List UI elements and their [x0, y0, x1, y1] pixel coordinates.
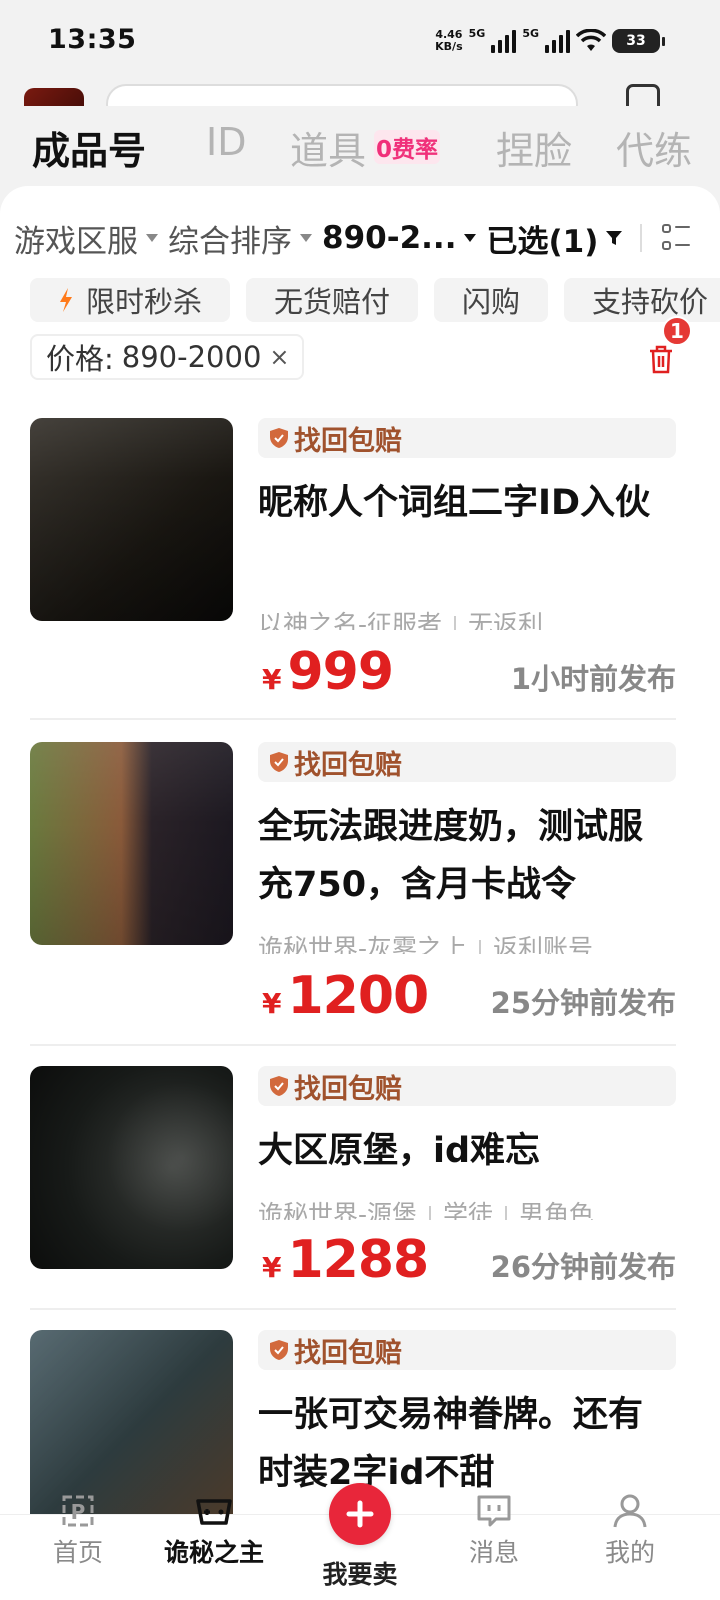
listing-title: 全玩法跟进度奶，测试服充750，含月卡战令 — [258, 807, 644, 905]
game-logo[interactable] — [24, 88, 84, 106]
listing-price: ¥ 1200 — [262, 966, 429, 1026]
net-speed: 4.46 KB/s — [435, 28, 463, 53]
listing-posted-time: 1小时前发布 — [510, 662, 676, 696]
battery-icon: 33 — [612, 29, 665, 53]
status-time: 13:35 — [48, 24, 137, 55]
signal-icon — [491, 29, 517, 53]
quick-tag-row: 限时秒杀 无货赔付 闪购 支持砍价 — [30, 278, 720, 322]
zero-fee-badge: 0费率 — [374, 130, 441, 164]
listing-item[interactable]: 找回包赔 大区原堡，id难忘 诡秘世界-源堡 学徒 男角色 ¥ 1288 26分钟前… — [30, 1066, 676, 1306]
tab-finished-account[interactable]: 成品号 — [32, 120, 146, 175]
listing-title: 大区原堡，id难忘 — [258, 1131, 541, 1171]
listing-thumbnail — [30, 742, 233, 945]
sell-label[interactable]: 我要卖 — [300, 1555, 420, 1591]
shield-icon — [270, 1340, 288, 1360]
listing-item[interactable]: 找回包赔 昵称人个词组二字ID入伙 以神之名-征服者 无返利 ¥ 999 1小时前… — [30, 418, 676, 718]
grid-view-icon[interactable] — [662, 224, 691, 252]
filter-funnel-icon — [606, 231, 623, 245]
nav-mine[interactable]: 我的 — [560, 1494, 700, 1600]
chevron-down-icon — [300, 234, 312, 242]
search-row — [0, 80, 720, 106]
listing-sheet: 游戏区服 综合排序 890-2... 已选(1) 限时秒杀 无货赔付 闪购 支持… — [0, 186, 720, 1600]
message-icon — [477, 1495, 511, 1527]
shield-icon — [270, 1076, 288, 1096]
category-tabs: 成品号 ID 道具 0费率 捏脸 代练 — [0, 106, 720, 186]
scan-icon[interactable] — [626, 84, 660, 106]
guarantee-badge: 找回包赔 — [258, 1066, 676, 1106]
tab-items[interactable]: 道具 — [290, 120, 366, 175]
gamepad-icon — [196, 1499, 232, 1525]
tag-bargain[interactable]: 支持砍价 — [564, 278, 720, 322]
close-icon[interactable]: × — [269, 343, 289, 371]
svg-text:P: P — [71, 1500, 86, 1524]
listing-price: ¥ 1288 — [262, 1230, 429, 1290]
listing-meta: 以神之名-征服者 无返利 — [258, 606, 676, 630]
home-icon: P — [62, 1495, 94, 1527]
status-indicators: 4.46 KB/s 5G 5G 33 — [435, 24, 665, 58]
tag-no-stock-compensation[interactable]: 无货赔付 — [246, 278, 419, 322]
network-label-2: 5G — [522, 26, 539, 40]
tag-flash-buy[interactable]: 闪购 — [434, 278, 549, 322]
chevron-down-icon — [146, 234, 158, 242]
shield-icon — [270, 428, 288, 448]
tab-face-custom[interactable]: 捏脸 — [496, 120, 572, 175]
listing-posted-time: 26分钟前发布 — [490, 1250, 676, 1284]
filter-sort[interactable]: 综合排序 — [168, 216, 312, 261]
bottom-nav: P 首页 诡秘之主 我要卖 消息 我的 — [0, 1483, 720, 1600]
lightning-icon — [60, 288, 72, 312]
plus-icon — [346, 1500, 374, 1528]
listing-posted-time: 25分钟前发布 — [490, 986, 676, 1020]
active-price-filter[interactable]: 价格: 890-2000 × — [30, 334, 304, 380]
search-input[interactable] — [106, 84, 578, 106]
listing-price: ¥ 999 — [262, 642, 394, 702]
shield-icon — [270, 752, 288, 772]
nav-messages[interactable]: 消息 — [424, 1495, 564, 1600]
filter-row: 游戏区服 综合排序 890-2... 已选(1) — [14, 216, 691, 261]
guarantee-badge: 找回包赔 — [258, 1330, 676, 1370]
chevron-down-icon — [464, 234, 477, 242]
filter-price[interactable]: 890-2... — [322, 220, 477, 256]
filter-server[interactable]: 游戏区服 — [14, 216, 158, 261]
trash-icon[interactable] — [648, 344, 674, 374]
wifi-icon — [576, 29, 606, 51]
filter-selected[interactable]: 已选(1) — [486, 216, 623, 261]
user-icon — [613, 1494, 647, 1528]
nav-game[interactable]: 诡秘之主 — [144, 1499, 284, 1600]
listing-title: 一张可交易神眷牌。还有时装2字id不甜 — [258, 1395, 644, 1493]
listing-meta: 诡秘世界-灰雾之上 返利账号 — [258, 930, 676, 954]
guarantee-badge: 找回包赔 — [258, 418, 676, 458]
listing-thumbnail — [30, 1066, 233, 1269]
tag-flash-sale[interactable]: 限时秒杀 — [30, 278, 231, 322]
listing-thumbnail — [30, 418, 233, 621]
sell-button[interactable] — [329, 1483, 391, 1545]
tab-id[interactable]: ID — [206, 120, 246, 164]
signal-icon-2 — [545, 29, 570, 53]
network-label-1: 5G — [468, 26, 486, 40]
listing-title: 昵称人个词组二字ID入伙 — [258, 483, 651, 523]
status-bar: 13:35 4.46 KB/s 5G 5G 33 — [0, 0, 720, 80]
listing-item[interactable]: 找回包赔 全玩法跟进度奶，测试服充750，含月卡战令 诡秘世界-灰雾之上 返利账号… — [30, 742, 676, 1042]
tab-boosting[interactable]: 代练 — [616, 120, 692, 175]
guarantee-badge: 找回包赔 — [258, 742, 676, 782]
selected-count-badge: 1 — [662, 316, 692, 346]
listing-meta: 诡秘世界-源堡 学徒 男角色 — [258, 1196, 676, 1220]
nav-home[interactable]: P 首页 — [8, 1495, 148, 1600]
